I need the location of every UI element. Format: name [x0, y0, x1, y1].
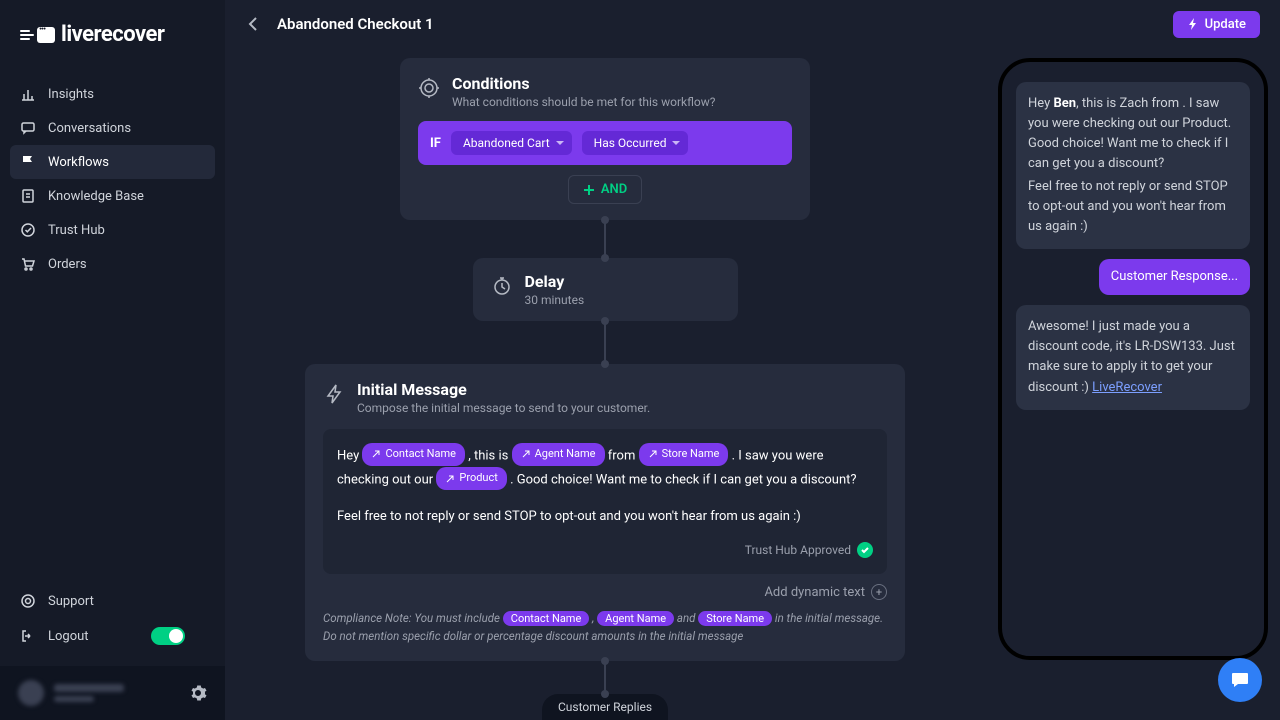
nav-label: Knowledge Base: [48, 189, 144, 204]
lightning-icon: [323, 383, 345, 405]
trigger-select[interactable]: Abandoned Cart: [451, 131, 572, 155]
doc-icon: [20, 188, 36, 204]
chat-icon: [20, 120, 36, 136]
msg-text: from: [608, 448, 639, 463]
sidebar-item-workflows[interactable]: Workflows: [10, 145, 215, 179]
chat-icon: [1229, 669, 1251, 691]
preview-link[interactable]: LiveRecover: [1092, 380, 1162, 395]
sidebar-item-insights[interactable]: Insights: [0, 77, 225, 111]
token-agent-name[interactable]: Agent Name: [512, 443, 605, 466]
compliance-note: Compliance Note: You must include Contac…: [323, 610, 887, 645]
msg-text: . Good choice! Want me to check if I can…: [510, 473, 856, 488]
gear-icon[interactable]: [189, 684, 207, 702]
connector: [604, 321, 606, 364]
card-title: Initial Message: [357, 380, 650, 399]
brand-logo: liverecover: [0, 0, 225, 69]
preview-msg-agent-1: Hey Ben, this is Zach from . I saw you w…: [1016, 82, 1250, 249]
compliance-tag: Agent Name: [597, 611, 674, 626]
target-icon: [418, 77, 440, 99]
preview-msg-agent-2: Awesome! I just made you a discount code…: [1016, 305, 1250, 410]
sidebar-item-knowledge-base[interactable]: Knowledge Base: [0, 179, 225, 213]
topbar: Abandoned Checkout 1 Update: [225, 0, 1280, 48]
add-dynamic-text-button[interactable]: Add dynamic text +: [323, 584, 887, 600]
sidebar-item-support[interactable]: Support: [0, 584, 225, 618]
nav-label: Workflows: [48, 155, 109, 170]
msg-text: Feel free to not reply or send STOP to o…: [337, 506, 873, 528]
conditions-card: Conditions What conditions should be met…: [400, 58, 810, 220]
nav-label: Insights: [48, 87, 94, 102]
delay-card[interactable]: Delay 30 minutes: [473, 258, 738, 321]
phone-frame: Hey Ben, this is Zach from . I saw you w…: [998, 58, 1268, 660]
plus-circle-icon: +: [871, 584, 887, 600]
compliance-tag: Store Name: [698, 611, 772, 626]
card-subtitle: What conditions should be met for this w…: [452, 95, 715, 109]
state-select[interactable]: Has Occurred: [582, 131, 689, 155]
help-chat-fab[interactable]: [1218, 658, 1262, 702]
bar-chart-icon: [20, 86, 36, 102]
sidebar-item-trust-hub[interactable]: Trust Hub: [0, 213, 225, 247]
msg-text: Hey: [337, 448, 362, 463]
nav-label: Logout: [48, 629, 89, 644]
page-title: Abandoned Checkout 1: [277, 15, 434, 33]
connector: [604, 661, 606, 694]
sidebar-item-logout[interactable]: Logout: [0, 618, 225, 654]
nav-label: Orders: [48, 257, 87, 272]
compliance-tag: Contact Name: [503, 611, 590, 626]
button-label: AND: [601, 182, 627, 197]
button-label: Update: [1205, 17, 1246, 32]
if-label: IF: [430, 136, 441, 151]
logout-icon: [20, 628, 36, 644]
delay-value: 30 minutes: [525, 293, 585, 307]
update-button[interactable]: Update: [1173, 11, 1260, 38]
check-icon: [857, 542, 873, 558]
sidebar: liverecover Insights Conversations Workf…: [0, 0, 225, 720]
msg-text: , this is: [468, 448, 511, 463]
nav-label: Conversations: [48, 121, 131, 136]
cart-icon: [20, 256, 36, 272]
flag-icon: [20, 154, 36, 170]
sidebar-item-conversations[interactable]: Conversations: [0, 111, 225, 145]
brand-name: liverecover: [61, 22, 164, 47]
lightning-icon: [1187, 18, 1199, 30]
initial-message-card: Initial Message Compose the initial mess…: [305, 364, 905, 661]
plus-icon: [583, 184, 595, 196]
sidebar-item-orders[interactable]: Orders: [0, 247, 225, 281]
stopwatch-icon: [491, 275, 513, 297]
token-product[interactable]: Product: [436, 467, 506, 490]
nav-label: Trust Hub: [48, 223, 105, 238]
condition-row: IF Abandoned Cart Has Occurred: [418, 121, 792, 165]
token-contact-name[interactable]: Contact Name: [362, 443, 465, 466]
preview-pane: Hey Ben, this is Zach from . I saw you w…: [998, 58, 1268, 660]
shield-check-icon: [20, 222, 36, 238]
trust-hub-status: Trust Hub Approved: [337, 540, 873, 560]
avatar: [18, 680, 44, 706]
back-arrow-icon[interactable]: [245, 15, 263, 33]
theme-toggle[interactable]: [151, 627, 185, 645]
card-title: Delay: [525, 272, 585, 291]
connector: [604, 220, 606, 258]
preview-msg-customer: Customer Response...: [1099, 259, 1250, 295]
nav-label: Support: [48, 594, 94, 609]
primary-nav: Insights Conversations Workflows Knowled…: [0, 69, 225, 576]
workflow-canvas: Conditions What conditions should be met…: [225, 48, 985, 720]
life-ring-icon: [20, 593, 36, 609]
message-composer[interactable]: Hey Contact Name , this is Agent Name fr…: [323, 429, 887, 574]
chat-bubble-icon: [37, 27, 55, 43]
add-condition-button[interactable]: AND: [568, 175, 642, 204]
card-subtitle: Compose the initial message to send to y…: [357, 401, 650, 415]
token-store-name[interactable]: Store Name: [639, 443, 729, 466]
user-profile-row[interactable]: [0, 666, 225, 720]
card-title: Conditions: [452, 74, 715, 93]
